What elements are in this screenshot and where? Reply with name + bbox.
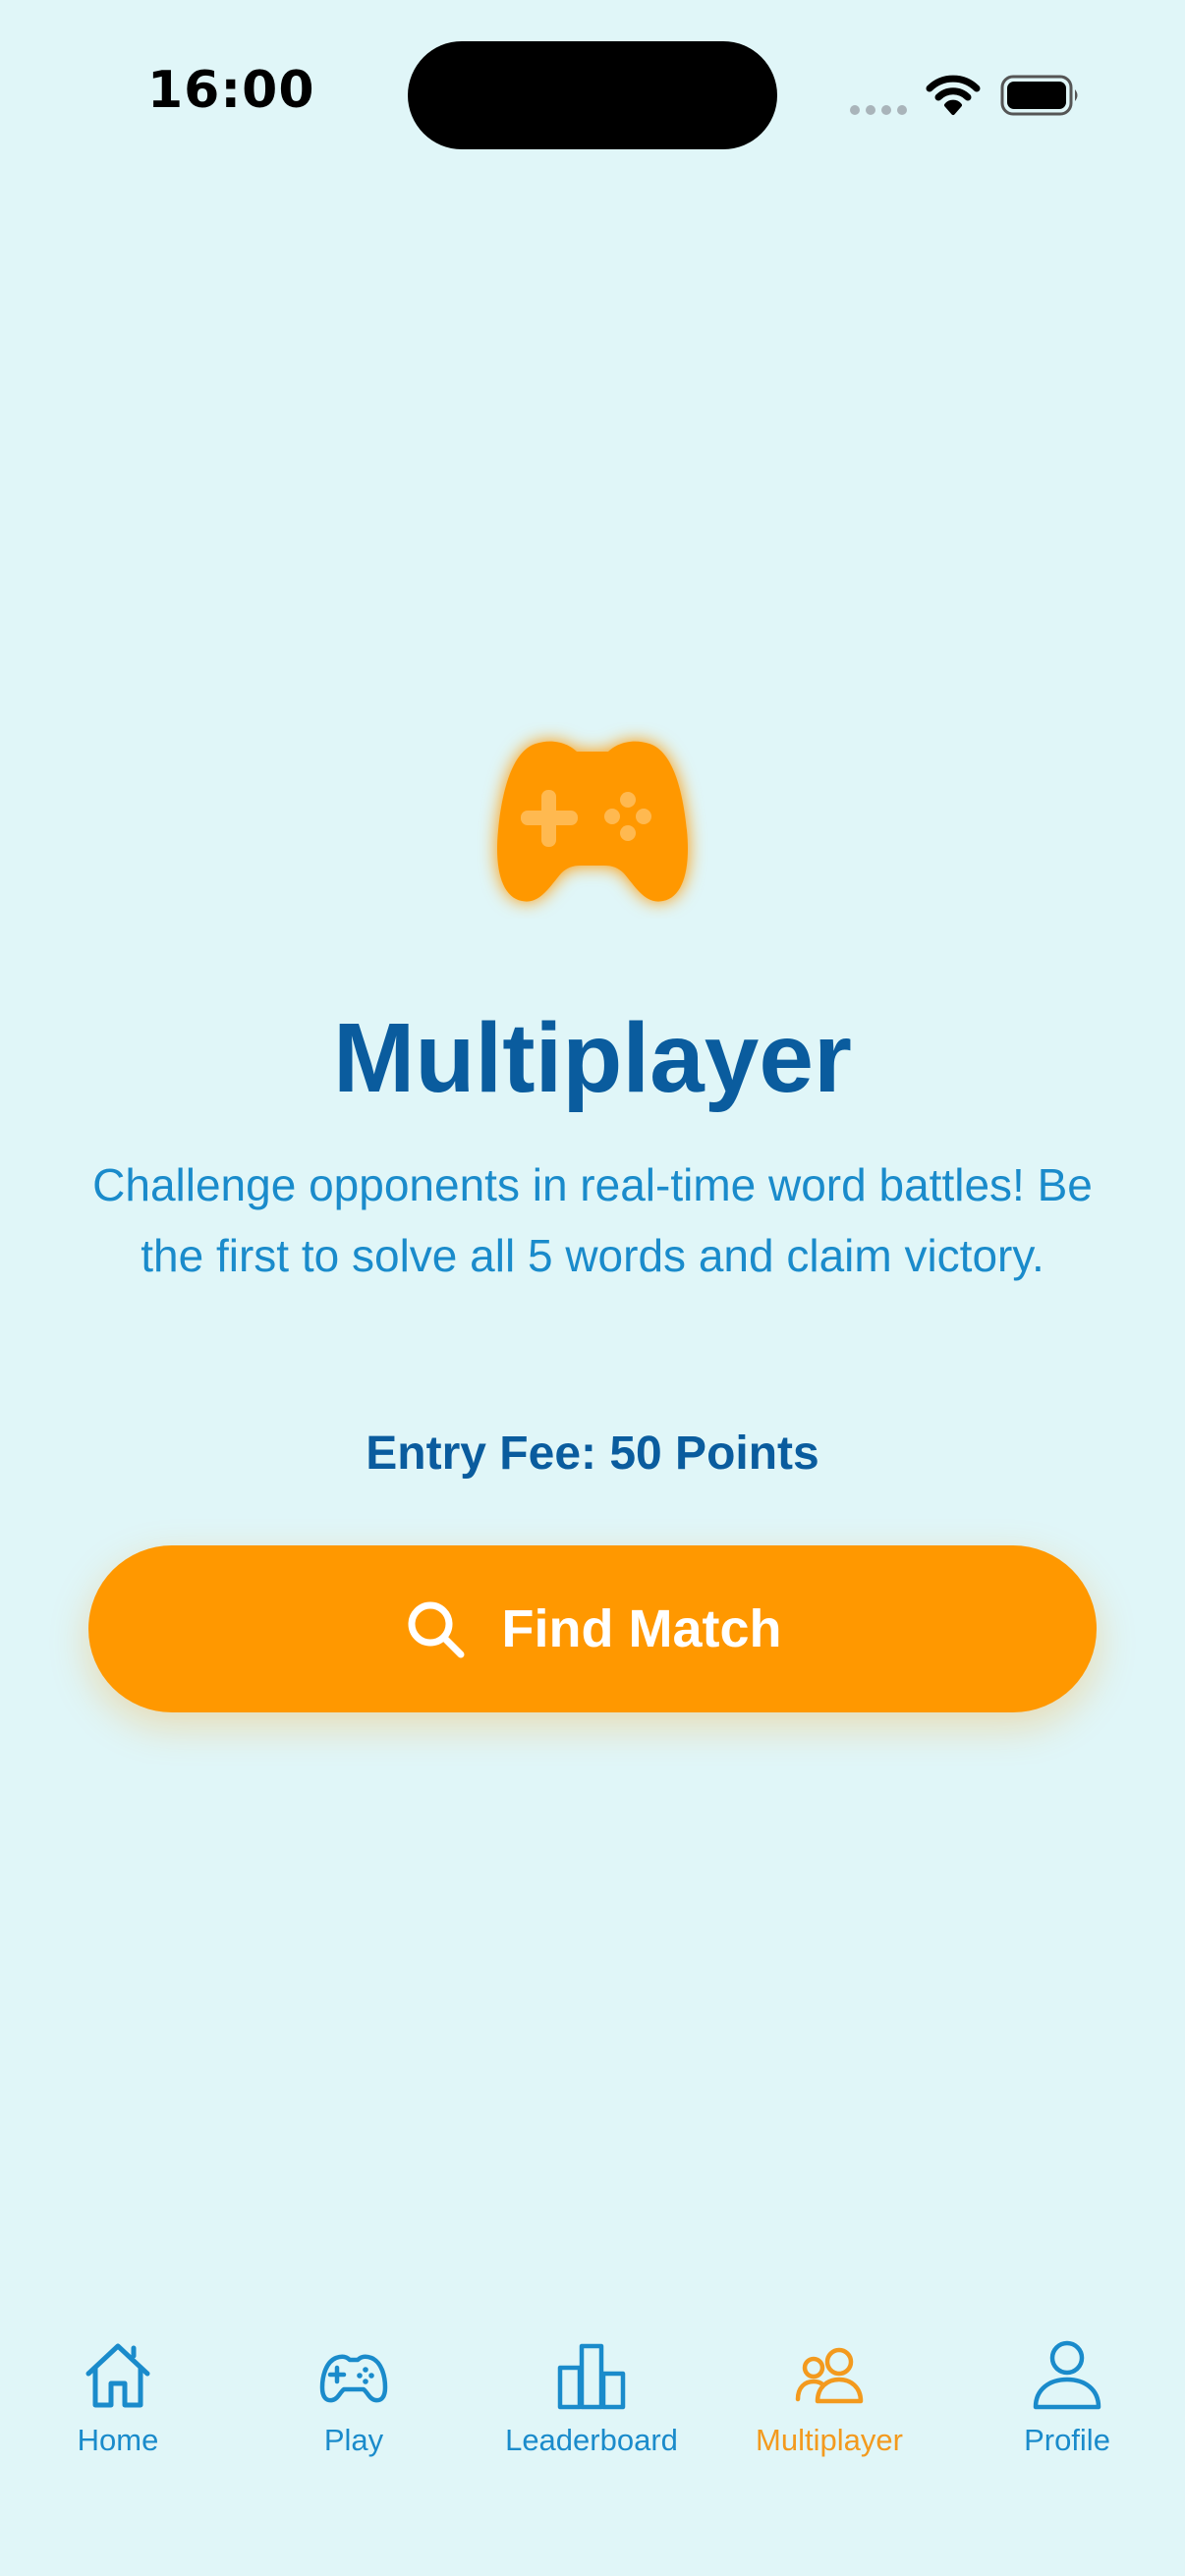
gamepad-icon — [497, 741, 688, 902]
search-icon — [408, 1601, 464, 1658]
find-match-button[interactable]: Find Match — [88, 1545, 1097, 1712]
multiplayer-screen: 16:00 Multiplayer Challenge opponents in… — [0, 0, 1185, 2576]
battery-icon — [1000, 75, 1078, 116]
tab-leaderboard-label: Leaderboard — [505, 2423, 678, 2457]
tab-home-label: Home — [77, 2423, 159, 2457]
page-title: Multiplayer — [333, 1003, 852, 1113]
cellular-signal-icon — [850, 105, 907, 115]
tab-home[interactable]: Home — [0, 2338, 236, 2486]
wifi-icon — [926, 75, 981, 115]
home-icon — [85, 2343, 150, 2408]
gamepad-icon — [319, 2354, 388, 2403]
bar-chart-icon — [557, 2343, 626, 2410]
tab-play[interactable]: Play — [236, 2338, 472, 2486]
users-icon — [795, 2347, 864, 2404]
tab-bar: Home Play Leaderboard Multiplayer Profil… — [0, 2338, 1185, 2495]
tab-profile[interactable]: Profile — [949, 2338, 1185, 2486]
tab-play-label: Play — [323, 2423, 384, 2457]
find-match-label: Find Match — [501, 1599, 782, 1658]
tab-multiplayer-label: Multiplayer — [756, 2423, 903, 2457]
page-description: Challenge opponents in real-time word ba… — [92, 1159, 1093, 1281]
tab-leaderboard[interactable]: Leaderboard — [474, 2338, 709, 2486]
entry-fee-text: Entry Fee: 50 Points — [366, 1428, 819, 1480]
user-icon — [1033, 2340, 1101, 2410]
tab-multiplayer[interactable]: Multiplayer — [711, 2338, 947, 2486]
dynamic-island — [408, 41, 777, 149]
status-time: 16:00 — [147, 61, 315, 120]
tab-profile-label: Profile — [1024, 2423, 1110, 2457]
